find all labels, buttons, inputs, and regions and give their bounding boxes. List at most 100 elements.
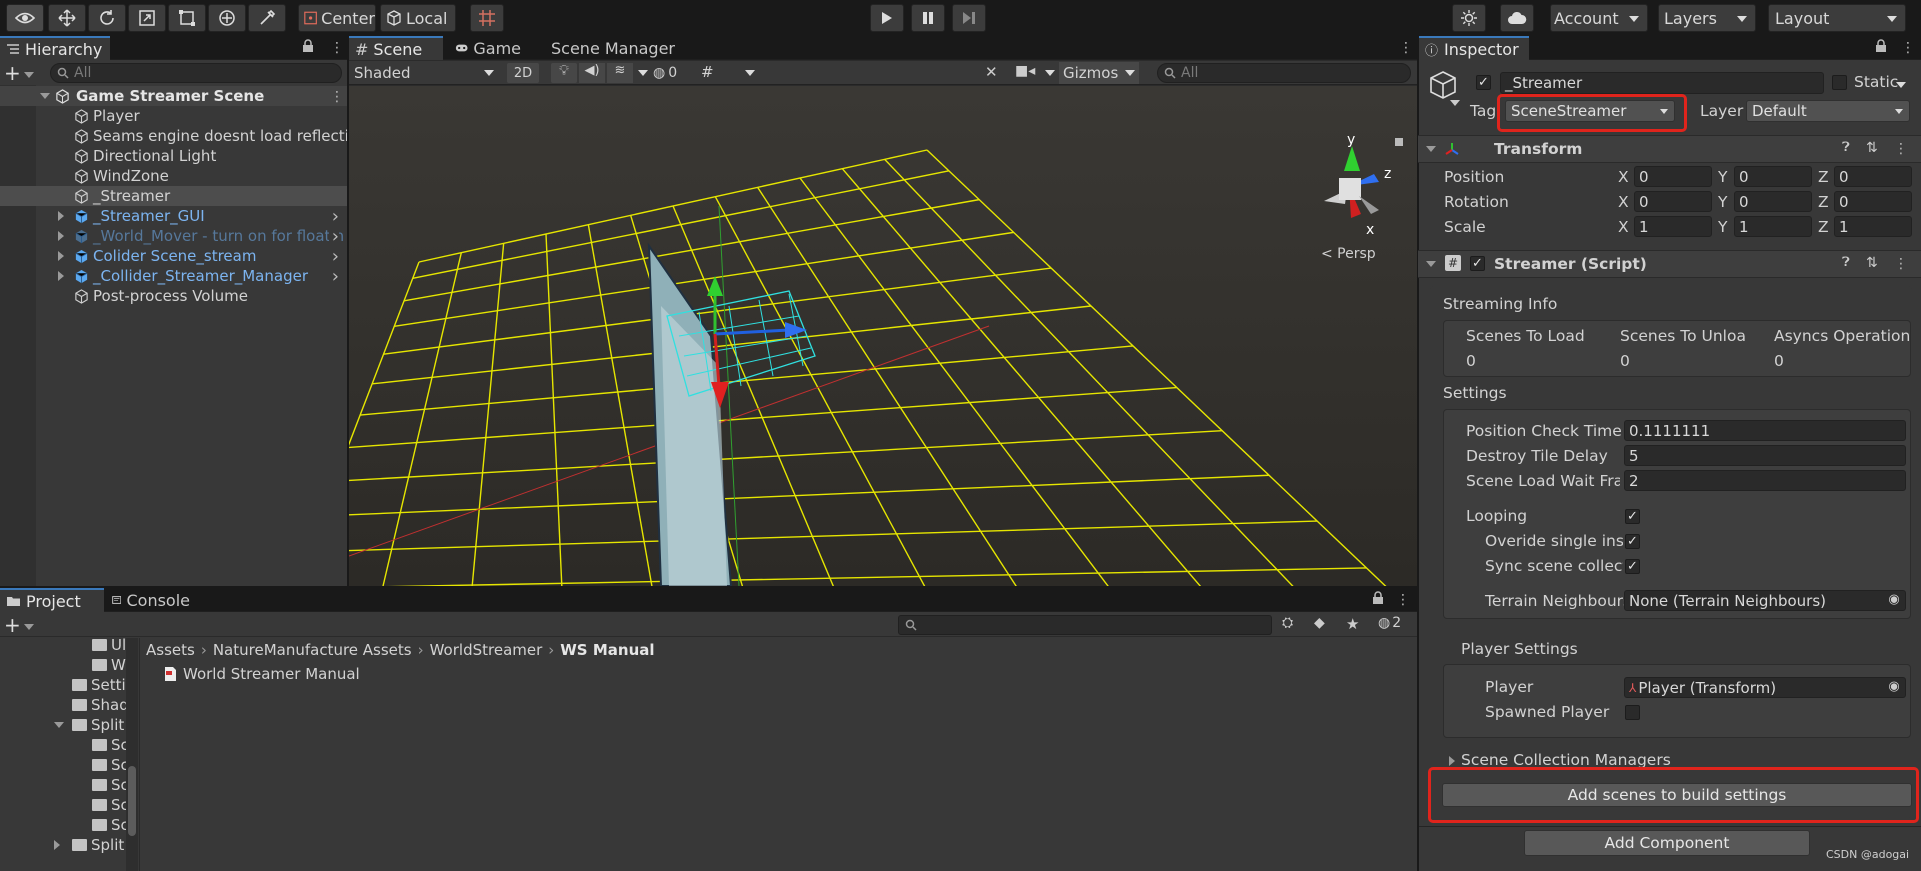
expand-icon[interactable]	[58, 251, 64, 261]
panel-menu-icon[interactable]: ⋮	[1901, 41, 1915, 55]
destroy-tile-delay-input[interactable]: 5	[1624, 445, 1906, 466]
looping-checkbox[interactable]: ✓	[1625, 509, 1640, 524]
tree-scrollbar[interactable]	[126, 638, 138, 871]
transform-tool-button[interactable]	[208, 4, 246, 32]
settings-cog-button[interactable]	[1452, 4, 1486, 32]
folder-tree-item[interactable]: Sc	[0, 775, 126, 795]
rotation-z-axis-label[interactable]: Z	[1818, 193, 1829, 211]
player-field[interactable]: ⅄ Player (Transform)	[1624, 677, 1906, 698]
rotation-y-input[interactable]: 0	[1734, 191, 1812, 212]
hierarchy-item[interactable]: _Collider_Streamer_Manager ›	[0, 266, 347, 286]
position-z-input[interactable]: 0	[1834, 166, 1912, 187]
add-plus-icon[interactable]: +	[4, 613, 21, 637]
position-y-input[interactable]: 0	[1734, 166, 1812, 187]
expand-icon[interactable]	[58, 271, 64, 281]
scene-root-row[interactable]: Game Streamer Scene	[0, 86, 347, 106]
scene-visibility-toggle[interactable]: ◍ 0	[653, 63, 693, 83]
scale-y-axis-label[interactable]: Y	[1718, 218, 1727, 236]
rotation-y-axis-label[interactable]: Y	[1718, 193, 1727, 211]
folder-tree-item[interactable]: Sc	[0, 735, 126, 755]
icon-chevron-icon[interactable]	[1450, 100, 1460, 106]
add-chevron-icon[interactable]	[24, 72, 34, 78]
scene-viewport[interactable]: y z x < Persp	[349, 86, 1417, 586]
rotate-tool-button[interactable]	[88, 4, 126, 32]
scale-z-axis-label[interactable]: Z	[1818, 218, 1829, 236]
hierarchy-item[interactable]: Seams engine doesnt load reflectio	[0, 126, 347, 146]
scale-x-input[interactable]: 1	[1634, 216, 1712, 237]
hierarchy-item[interactable]: _Streamer_GUI ›	[0, 206, 347, 226]
chevron-right-icon[interactable]: ›	[328, 206, 339, 226]
expand-icon[interactable]	[54, 840, 60, 850]
expand-icon[interactable]	[58, 211, 64, 221]
position-x-input[interactable]: 0	[1634, 166, 1712, 187]
expand-icon[interactable]	[1449, 756, 1455, 766]
breadcrumb-item-worldstreamer[interactable]: WorldStreamer	[430, 641, 543, 659]
position-check-time-input[interactable]: 0.1111111	[1624, 420, 1906, 441]
overide-checkbox[interactable]: ✓	[1625, 534, 1640, 549]
folder-tree-item[interactable]: Split	[0, 835, 126, 855]
scale-x-axis-label[interactable]: X	[1618, 218, 1629, 236]
folder-tree-item[interactable]: Sc	[0, 755, 126, 775]
scene-menu-icon[interactable]: ⋮	[330, 90, 344, 104]
preset-sliders-icon[interactable]: ⇅	[1866, 255, 1878, 271]
scale-tool-button[interactable]	[128, 4, 166, 32]
grid-snap-button[interactable]	[470, 4, 504, 32]
tab-console[interactable]: Console	[106, 588, 196, 612]
filter-type-icon[interactable]: ⛭	[1282, 615, 1293, 631]
preset-sliders-icon[interactable]: ⇅	[1866, 140, 1878, 156]
persp-label[interactable]: < Persp	[1321, 246, 1376, 262]
object-name-input[interactable]: _Streamer	[1500, 72, 1824, 94]
file-item[interactable]: World Streamer Manual	[164, 664, 360, 684]
rotation-x-input[interactable]: 0	[1634, 191, 1712, 212]
hierarchy-item[interactable]: Player	[0, 106, 347, 126]
rect-tool-button[interactable]	[168, 4, 206, 32]
lock-icon[interactable]	[1372, 591, 1384, 605]
account-dropdown[interactable]: Account	[1550, 4, 1648, 32]
static-checkbox[interactable]	[1832, 75, 1847, 90]
camera-icon[interactable]: ■◂	[1015, 63, 1039, 83]
custom-tool-button[interactable]	[248, 4, 286, 32]
breadcrumb-item-assets[interactable]: Assets	[146, 641, 195, 659]
collapse-icon[interactable]	[1426, 146, 1436, 152]
tab-inspector[interactable]: ⓘ Inspector	[1419, 36, 1529, 60]
effects-icon[interactable]: ≋	[607, 63, 633, 83]
panel-menu-icon[interactable]: ⋮	[330, 41, 344, 55]
static-chevron-icon[interactable]	[1896, 82, 1906, 88]
position-x-axis-label[interactable]: X	[1618, 168, 1629, 186]
add-component-button[interactable]: Add Component	[1524, 830, 1810, 856]
hidden-packages-toggle[interactable]: ◍ 2	[1378, 615, 1401, 631]
lock-icon[interactable]	[1875, 39, 1887, 53]
expand-icon[interactable]	[58, 231, 64, 241]
layers-dropdown[interactable]: Layers	[1658, 4, 1756, 32]
camera-chevron-icon[interactable]	[1045, 70, 1055, 76]
lock-icon[interactable]	[302, 39, 314, 53]
cloud-button[interactable]	[1500, 4, 1534, 32]
help-icon[interactable]: ❓︎	[1842, 255, 1850, 270]
filter-label-icon[interactable]: ◆	[1314, 615, 1325, 631]
layout-dropdown[interactable]: Layout	[1768, 4, 1906, 32]
tab-scene-manager[interactable]: Scene Manager	[545, 36, 685, 60]
scene-search-input[interactable]: All	[1157, 63, 1411, 83]
component-menu-icon[interactable]: ⋮	[1894, 257, 1908, 271]
chevron-right-icon[interactable]: ›	[328, 226, 339, 246]
expand-icon[interactable]	[40, 93, 50, 99]
add-chevron-icon[interactable]	[24, 624, 34, 630]
project-search-input[interactable]	[898, 615, 1272, 635]
shading-mode-dropdown[interactable]: Shaded	[352, 62, 500, 84]
folder-tree-item[interactable]: Split	[0, 715, 126, 735]
chevron-right-icon[interactable]: ›	[328, 246, 339, 266]
panel-menu-icon[interactable]: ⋮	[1399, 41, 1413, 55]
chevron-right-icon[interactable]: ›	[328, 266, 339, 286]
scroll-thumb[interactable]	[128, 766, 136, 836]
hierarchy-item[interactable]: Post-process Volume	[0, 286, 347, 306]
pause-button[interactable]	[911, 4, 945, 32]
object-picker-icon[interactable]: ◉	[1884, 677, 1904, 697]
tab-scene[interactable]: # Scene	[349, 36, 443, 60]
play-button[interactable]	[870, 4, 904, 32]
lighting-icon[interactable]: 💡︎	[551, 63, 577, 83]
scale-y-input[interactable]: 1	[1734, 216, 1812, 237]
active-checkbox[interactable]: ✓	[1476, 75, 1491, 90]
folder-tree-item[interactable]: W	[0, 655, 126, 675]
rotation-z-input[interactable]: 0	[1834, 191, 1912, 212]
terrain-neighbours-field[interactable]: None (Terrain Neighbours)	[1624, 590, 1906, 611]
